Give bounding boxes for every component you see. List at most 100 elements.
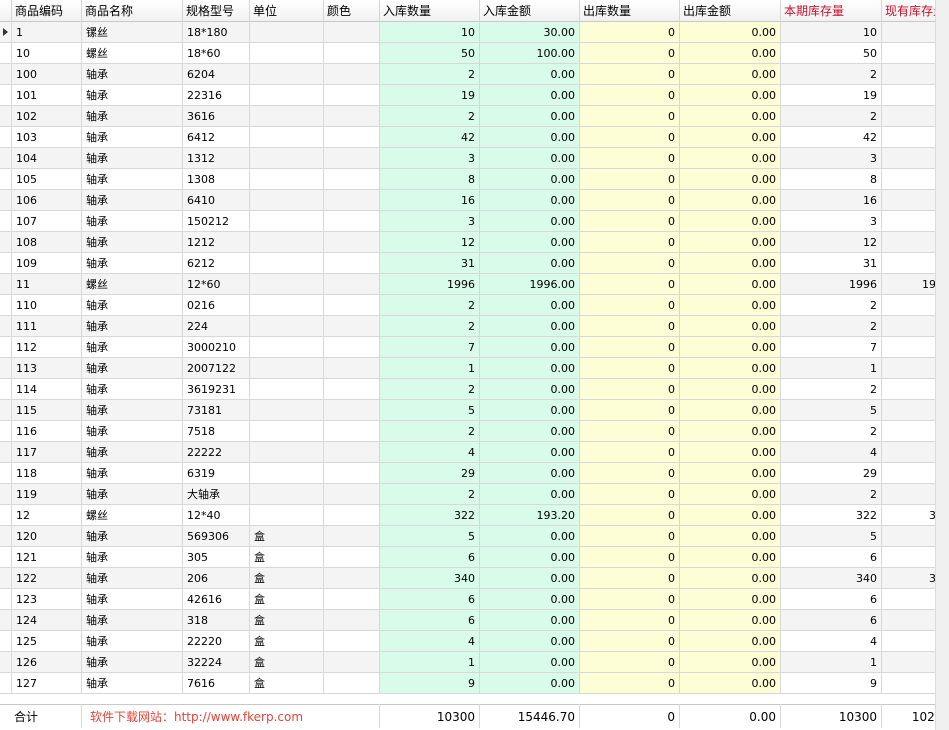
cell-out-amt[interactable]: 0.00 [680, 421, 781, 442]
cell-color[interactable] [324, 652, 380, 673]
cell-color[interactable] [324, 316, 380, 337]
cell-period-stock[interactable]: 2 [781, 106, 882, 127]
cell-name[interactable]: 螺丝 [82, 505, 183, 526]
row-indicator[interactable] [0, 64, 12, 85]
cell-period-stock[interactable]: 6 [781, 610, 882, 631]
vertical-scrollbar[interactable] [935, 0, 949, 730]
cell-in-amt[interactable]: 0.00 [480, 421, 580, 442]
cell-color[interactable] [324, 610, 380, 631]
cell-in-amt[interactable]: 0.00 [480, 316, 580, 337]
table-row[interactable]: 125轴承22220盒40.0000.0044 [0, 631, 949, 652]
cell-out-amt[interactable]: 0.00 [680, 673, 781, 694]
row-indicator[interactable] [0, 610, 12, 631]
cell-color[interactable] [324, 22, 380, 43]
cell-period-stock[interactable]: 2 [781, 421, 882, 442]
cell-in-amt[interactable]: 1996.00 [480, 274, 580, 295]
cell-name[interactable]: 轴承 [82, 589, 183, 610]
cell-spec[interactable]: 3619231 [183, 379, 250, 400]
cell-color[interactable] [324, 379, 380, 400]
row-indicator[interactable] [0, 526, 12, 547]
cell-period-stock[interactable]: 3 [781, 211, 882, 232]
cell-in-qty[interactable]: 340 [380, 568, 480, 589]
table-row[interactable]: 10螺丝18*6050100.0000.005050 [0, 43, 949, 64]
cell-name[interactable]: 螺丝 [82, 274, 183, 295]
cell-code[interactable]: 1 [12, 22, 82, 43]
cell-code[interactable]: 119 [12, 484, 82, 505]
row-indicator[interactable] [0, 169, 12, 190]
cell-color[interactable] [324, 673, 380, 694]
cell-period-stock[interactable]: 9 [781, 673, 882, 694]
cell-in-amt[interactable]: 0.00 [480, 190, 580, 211]
cell-in-amt[interactable]: 0.00 [480, 400, 580, 421]
cell-in-qty[interactable]: 3 [380, 211, 480, 232]
cell-in-qty[interactable]: 2 [380, 316, 480, 337]
cell-code[interactable]: 117 [12, 442, 82, 463]
cell-name[interactable]: 轴承 [82, 631, 183, 652]
cell-unit[interactable]: 盒 [250, 673, 324, 694]
cell-in-amt[interactable]: 0.00 [480, 148, 580, 169]
cell-spec[interactable]: 1312 [183, 148, 250, 169]
cell-color[interactable] [324, 568, 380, 589]
row-indicator[interactable] [0, 253, 12, 274]
cell-in-qty[interactable]: 1 [380, 358, 480, 379]
cell-spec[interactable]: 6412 [183, 127, 250, 148]
row-indicator[interactable] [0, 421, 12, 442]
table-row[interactable]: 117轴承2222240.0000.0044 [0, 442, 949, 463]
cell-unit[interactable] [250, 22, 324, 43]
cell-out-qty[interactable]: 0 [580, 442, 680, 463]
cell-in-amt[interactable]: 0.00 [480, 442, 580, 463]
cell-out-qty[interactable]: 0 [580, 421, 680, 442]
cell-out-amt[interactable]: 0.00 [680, 211, 781, 232]
cell-name[interactable]: 轴承 [82, 526, 183, 547]
table-row[interactable]: 112轴承300021070.0000.0077 [0, 337, 949, 358]
cell-in-qty[interactable]: 19 [380, 85, 480, 106]
cell-spec[interactable]: 22222 [183, 442, 250, 463]
cell-period-stock[interactable]: 1 [781, 652, 882, 673]
header-in-qty[interactable]: 入库数量 [380, 0, 480, 22]
row-indicator[interactable] [0, 106, 12, 127]
cell-in-qty[interactable]: 7 [380, 337, 480, 358]
cell-unit[interactable] [250, 64, 324, 85]
cell-name[interactable]: 轴承 [82, 484, 183, 505]
cell-period-stock[interactable]: 3 [781, 148, 882, 169]
cell-spec[interactable]: 305 [183, 547, 250, 568]
cell-name[interactable]: 轴承 [82, 232, 183, 253]
cell-out-amt[interactable]: 0.00 [680, 295, 781, 316]
cell-code[interactable]: 114 [12, 379, 82, 400]
cell-code[interactable]: 107 [12, 211, 82, 232]
cell-period-stock[interactable]: 29 [781, 463, 882, 484]
cell-unit[interactable] [250, 106, 324, 127]
cell-code[interactable]: 120 [12, 526, 82, 547]
cell-spec[interactable]: 6319 [183, 463, 250, 484]
cell-out-qty[interactable]: 0 [580, 232, 680, 253]
cell-out-qty[interactable]: 0 [580, 652, 680, 673]
cell-name[interactable]: 轴承 [82, 652, 183, 673]
cell-out-amt[interactable]: 0.00 [680, 232, 781, 253]
cell-in-qty[interactable]: 16 [380, 190, 480, 211]
cell-code[interactable]: 100 [12, 64, 82, 85]
cell-in-qty[interactable]: 6 [380, 547, 480, 568]
cell-name[interactable]: 轴承 [82, 379, 183, 400]
cell-out-amt[interactable]: 0.00 [680, 400, 781, 421]
cell-in-qty[interactable]: 9 [380, 673, 480, 694]
cell-in-amt[interactable]: 0.00 [480, 652, 580, 673]
row-indicator[interactable] [0, 400, 12, 421]
cell-in-amt[interactable]: 100.00 [480, 43, 580, 64]
header-name[interactable]: 商品名称 [82, 0, 183, 22]
cell-in-qty[interactable]: 2 [380, 106, 480, 127]
cell-period-stock[interactable]: 1996 [781, 274, 882, 295]
row-indicator[interactable] [0, 85, 12, 106]
cell-in-qty[interactable]: 2 [380, 64, 480, 85]
cell-period-stock[interactable]: 1 [781, 358, 882, 379]
table-row[interactable]: 122轴承206盒3400.0000.00340340 [0, 568, 949, 589]
cell-in-qty[interactable]: 1 [380, 652, 480, 673]
row-indicator[interactable] [0, 673, 12, 694]
cell-name[interactable]: 轴承 [82, 211, 183, 232]
cell-period-stock[interactable]: 2 [781, 379, 882, 400]
cell-spec[interactable]: 224 [183, 316, 250, 337]
table-row[interactable]: 101轴承22316190.0000.001919 [0, 85, 949, 106]
cell-name[interactable]: 轴承 [82, 190, 183, 211]
cell-unit[interactable]: 盒 [250, 610, 324, 631]
cell-name[interactable]: 轴承 [82, 358, 183, 379]
cell-spec[interactable]: 318 [183, 610, 250, 631]
